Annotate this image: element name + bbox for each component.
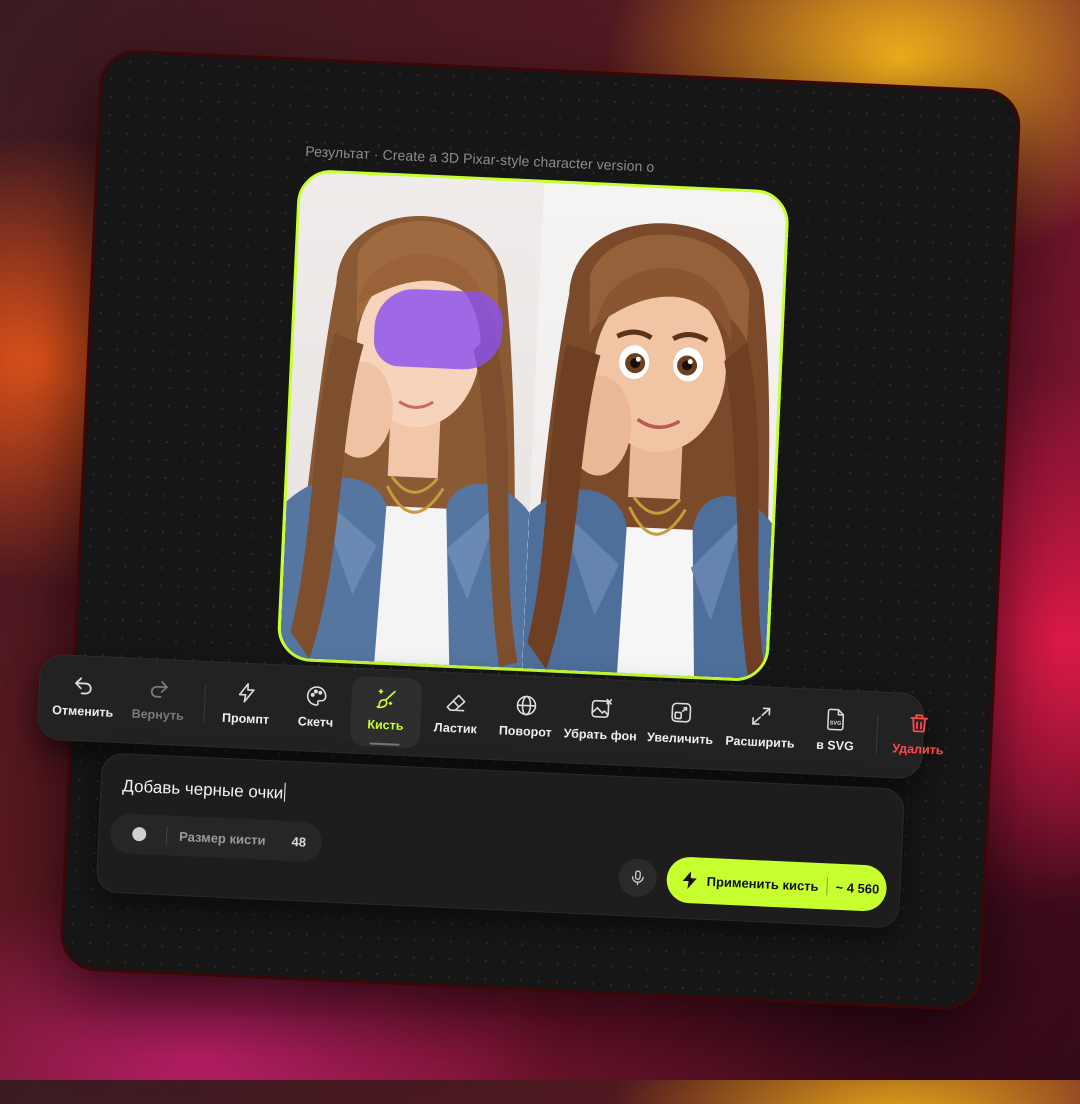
- palette-icon: [306, 686, 327, 706]
- brush-button[interactable]: Кисть: [349, 675, 423, 749]
- to-svg-label: в SVG: [815, 737, 855, 754]
- toolbar-divider: [203, 684, 207, 723]
- eraser-button[interactable]: Ластик: [419, 679, 492, 752]
- eraser-icon: [446, 694, 466, 712]
- remove-background-icon: [591, 698, 613, 718]
- brush-size-dot-icon: [131, 826, 147, 842]
- text-caret: [283, 782, 286, 802]
- brush-size-value: 48: [291, 833, 307, 850]
- undo-icon: [75, 677, 92, 695]
- pixar-result-photo: [522, 182, 787, 680]
- rotate-button[interactable]: Поворот: [489, 682, 562, 755]
- expand-icon: [752, 707, 771, 725]
- brush-size-label: Размер кисти: [178, 828, 266, 848]
- upscale-button[interactable]: Увеличить: [639, 689, 722, 763]
- upscale-icon: [671, 702, 692, 723]
- redo-label: Вернуть: [131, 706, 184, 724]
- expand-button[interactable]: Расширить: [719, 692, 802, 766]
- remove-background-button[interactable]: Убрать фон: [559, 685, 642, 759]
- prompt-button[interactable]: Промпт: [210, 669, 283, 742]
- trash-icon: [910, 714, 929, 733]
- remove-background-label: Убрать фон: [563, 726, 637, 744]
- brush-mask-overlay: [372, 287, 505, 372]
- original-portrait: [279, 216, 530, 669]
- microphone-icon: [631, 870, 644, 886]
- undo-button[interactable]: Отменить: [47, 662, 120, 735]
- prompt-input[interactable]: Добавь черные очки: [122, 775, 286, 803]
- undo-label: Отменить: [51, 703, 114, 720]
- apply-divider: [826, 877, 829, 896]
- lightning-icon: [682, 871, 697, 890]
- original-photo: [279, 171, 545, 669]
- microphone-button[interactable]: [617, 857, 658, 898]
- prompt-panel: Добавь черные очки Размер кисти 48 Приме…: [95, 752, 906, 929]
- sketch-label: Скетч: [297, 714, 334, 730]
- prompt-label: Промпт: [221, 710, 270, 727]
- svg-file-icon: SVG: [827, 708, 845, 731]
- brush-size-divider: [165, 826, 168, 845]
- apply-brush-label: Применить кисть: [706, 873, 819, 894]
- prompt-input-text: Добавь черные очки: [121, 776, 284, 803]
- brush-label: Кисть: [367, 717, 404, 733]
- magic-brush-icon: [376, 689, 396, 709]
- apply-cost: ~ 4 560: [835, 879, 880, 897]
- stage: Результат · Create a 3D Pixar-style char…: [0, 0, 1080, 1104]
- to-svg-button[interactable]: SVG в SVG: [799, 696, 872, 769]
- upscale-label: Увеличить: [646, 730, 714, 748]
- redo-button[interactable]: Вернуть: [117, 665, 200, 739]
- brush-size-control[interactable]: Размер кисти 48: [109, 812, 323, 863]
- apply-brush-button[interactable]: Применить кисть ~ 4 560: [665, 856, 888, 913]
- delete-button[interactable]: Удалить: [882, 700, 955, 773]
- rotate-globe-icon: [516, 695, 537, 716]
- editor-window: Результат · Create a 3D Pixar-style char…: [36, 51, 1019, 1009]
- eraser-label: Ластик: [433, 720, 478, 737]
- expand-label: Расширить: [725, 733, 795, 751]
- toolbar-divider: [875, 715, 879, 754]
- svg-badge-text: SVG: [830, 720, 842, 727]
- result-image[interactable]: [276, 168, 791, 683]
- redo-icon: [150, 681, 168, 698]
- rotate-label: Поворот: [498, 723, 553, 740]
- pixar-portrait: [522, 223, 772, 680]
- delete-label: Удалить: [891, 741, 944, 758]
- lightning-icon: [238, 683, 255, 703]
- result-caption: Результат · Create a 3D Pixar-style char…: [305, 142, 655, 175]
- sketch-button[interactable]: Скетч: [280, 672, 353, 745]
